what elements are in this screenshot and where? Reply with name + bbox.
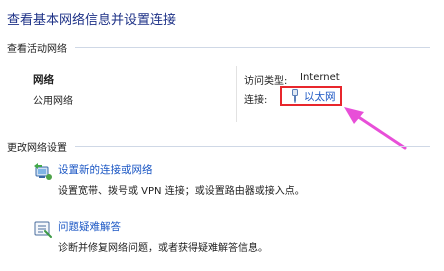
page-title: 查看基本网络信息并设置连接 [7,13,177,28]
connection-label: 连接: [244,95,268,106]
active-networks-header: 查看活动网络 [7,40,430,55]
setup-connection-link[interactable]: 设置新的连接或网络 [58,162,153,177]
network-name: 网络 [33,74,54,86]
task-troubleshoot: 问题疑难解答 诊断并修复网络问题，或者获得疑难解答信息。 [0,217,444,261]
network-setup-icon [34,163,52,180]
section-divider [75,146,430,147]
active-networks-header-label: 查看活动网络 [7,44,67,55]
task-setup-connection: 设置新的连接或网络 设置宽带、拨号或 VPN 连接；或设置路由器或接入点。 [0,160,444,204]
access-type-label: 访问类型: [244,76,288,87]
setup-connection-description: 设置宽带、拨号或 VPN 连接；或设置路由器或接入点。 [58,186,305,197]
troubleshoot-description: 诊断并修复网络问题，或者获得疑难解答信息。 [58,243,268,254]
change-settings-header: 更改网络设置 [7,139,430,154]
troubleshoot-link[interactable]: 问题疑难解答 [58,219,121,234]
ethernet-plug-icon [292,89,298,103]
change-settings-header-label: 更改网络设置 [7,143,67,154]
connection-highlight-box[interactable]: 以太网 [280,86,342,106]
network-category: 公用网络 [33,96,73,107]
section-divider [75,47,430,48]
troubleshoot-icon [34,221,52,238]
ethernet-connection-link[interactable]: 以太网 [304,89,336,104]
access-type-value: Internet [300,72,340,83]
vertical-divider [236,66,237,122]
